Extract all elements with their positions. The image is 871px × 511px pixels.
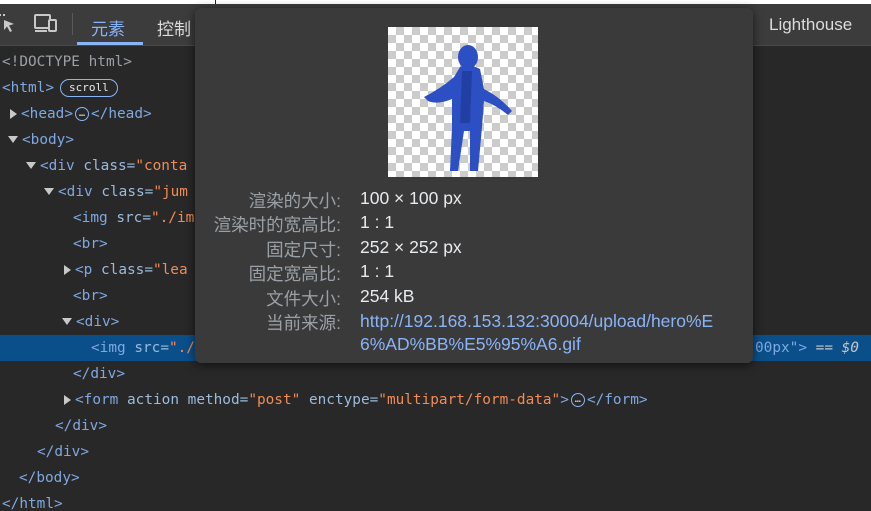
div-close-tag: </div> xyxy=(55,418,107,434)
toolbar-separator xyxy=(72,13,73,35)
tree-line-div-close[interactable]: </div> xyxy=(0,413,871,439)
enctype-value: "multipart/form-data" xyxy=(378,392,561,408)
form-tag: <form xyxy=(75,392,119,408)
expand-arrow-icon[interactable] xyxy=(64,265,71,275)
window-top-edge xyxy=(0,0,871,4)
person-figure-image xyxy=(424,45,512,171)
div-close-tag: </div> xyxy=(37,444,89,460)
intrinsic-size-label: 固定尺寸: xyxy=(266,240,341,260)
class-value: "jum xyxy=(153,184,188,200)
intrinsic-aspect-value: 1 : 1 xyxy=(360,261,395,281)
image-preview-tooltip: 渲染的大小: 100 × 100 px 渲染时的宽高比: 1 : 1 固定尺寸:… xyxy=(195,8,753,363)
scroll-badge[interactable]: scroll xyxy=(59,79,118,97)
action-attr: action xyxy=(127,392,179,408)
file-size-label: 文件大小: xyxy=(266,289,341,309)
method-attr: method= xyxy=(187,392,249,408)
tree-line-div-close[interactable]: </div> xyxy=(0,439,871,465)
expand-arrow-icon[interactable] xyxy=(64,395,71,405)
div-open-tag: <div> xyxy=(76,314,120,330)
br-tag: <br> xyxy=(73,236,108,252)
class-attr: class= xyxy=(83,158,136,174)
tree-line-html-close[interactable]: </html> xyxy=(0,491,871,511)
src-value: "./ xyxy=(168,340,195,356)
method-value: "post" xyxy=(248,392,301,408)
rendered-aspect-row: 渲染时的宽高比: 1 : 1 xyxy=(195,212,753,236)
class-attr: class= xyxy=(101,262,153,278)
current-source-link[interactable]: http://192.168.153.132:30004/upload/hero… xyxy=(360,310,725,356)
src-attr: src= xyxy=(134,340,169,356)
rendered-aspect-label: 渲染时的宽高比: xyxy=(213,215,341,235)
tree-line-div-close[interactable]: </div> xyxy=(0,361,871,387)
img-tag: <img xyxy=(73,210,108,226)
rendered-size-value: 100 × 100 px xyxy=(360,188,462,208)
tree-line-body-close[interactable]: </body> xyxy=(0,465,871,491)
src-attr: src= xyxy=(116,210,151,226)
window-top-edge-tick xyxy=(215,0,216,4)
class-attr: class= xyxy=(101,184,154,200)
expand-arrow-icon[interactable] xyxy=(10,109,17,119)
img-tag: <img xyxy=(91,340,126,356)
console-ref-label: == $0 xyxy=(815,340,859,356)
collapsed-ellipsis-button[interactable]: … xyxy=(74,107,90,121)
collapse-arrow-icon[interactable] xyxy=(26,161,36,169)
img-tag-end: 00px"> xyxy=(755,340,807,356)
body-open-tag: <body> xyxy=(22,132,74,148)
head-open-tag: <head> xyxy=(21,106,73,122)
br-tag: <br> xyxy=(73,288,108,304)
tab-lighthouse[interactable]: Lighthouse xyxy=(769,15,852,35)
file-size-row: 文件大小: 254 kB xyxy=(195,286,753,310)
file-size-value: 254 kB xyxy=(360,286,415,306)
html-close-tag: </html> xyxy=(2,496,63,511)
class-value: "lea xyxy=(152,262,188,278)
intrinsic-aspect-row: 固定宽高比: 1 : 1 xyxy=(195,261,753,285)
intrinsic-size-value: 252 × 252 px xyxy=(360,237,462,257)
body-close-tag: </body> xyxy=(19,470,80,486)
image-preview xyxy=(388,27,538,177)
intrinsic-size-row: 固定尺寸: 252 × 252 px xyxy=(195,237,753,261)
tab-console[interactable]: 控制 xyxy=(157,15,191,40)
html-open-tag: <html> xyxy=(2,80,54,96)
collapse-arrow-icon[interactable] xyxy=(8,135,18,143)
form-close-tag: </form> xyxy=(586,392,648,408)
rendered-size-row: 渲染的大小: 100 × 100 px xyxy=(195,188,753,212)
tab-elements[interactable]: 元素 xyxy=(91,15,125,40)
p-tag: <p xyxy=(75,262,93,278)
device-toolbar-icon[interactable] xyxy=(34,13,58,38)
div-tag: <div xyxy=(40,158,75,174)
collapsed-ellipsis-button[interactable]: … xyxy=(570,393,585,407)
enctype-attr: enctype= xyxy=(308,392,379,408)
form-tag-end: > xyxy=(560,392,569,408)
div-close-tag: </div> xyxy=(73,366,125,382)
head-close-tag: </head> xyxy=(91,106,152,122)
collapse-arrow-icon[interactable] xyxy=(44,187,54,195)
rendered-aspect-value: 1 : 1 xyxy=(360,212,395,232)
current-source-row: 当前来源: http://192.168.153.132:30004/uploa… xyxy=(195,310,753,358)
inspect-element-icon[interactable] xyxy=(0,13,16,38)
class-value: "conta xyxy=(135,158,188,174)
rendered-size-label: 渲染的大小: xyxy=(248,191,341,211)
active-tab-indicator xyxy=(77,42,143,45)
collapse-arrow-icon[interactable] xyxy=(62,317,72,325)
intrinsic-aspect-label: 固定宽高比: xyxy=(248,264,341,284)
src-value: "./im xyxy=(150,210,195,226)
tree-line-form[interactable]: <form action method="post" enctype="mult… xyxy=(0,387,871,413)
current-source-label: 当前来源: xyxy=(266,313,341,333)
div-tag: <div xyxy=(58,184,93,200)
doctype-text: <!DOCTYPE html> xyxy=(2,54,132,70)
